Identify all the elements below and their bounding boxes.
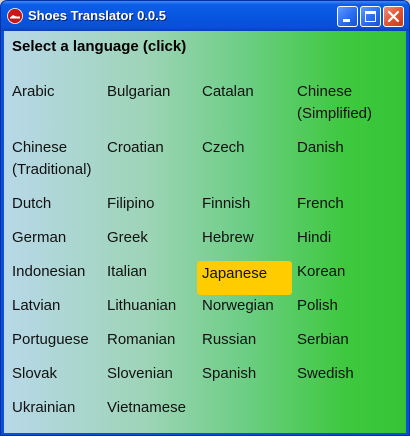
- language-label: Serbian: [297, 331, 349, 348]
- language-option[interactable]: Chinese (Simplified): [292, 81, 387, 125]
- language-label: Chinese: [12, 139, 68, 156]
- language-label: Finnish: [202, 195, 251, 212]
- language-label: Hindi: [297, 229, 332, 246]
- language-label: Korean: [297, 263, 346, 280]
- language-label: Italian: [107, 263, 148, 280]
- language-label: Slovak: [12, 365, 58, 382]
- language-label: Danish: [297, 139, 344, 156]
- language-option[interactable]: Bulgarian: [102, 81, 197, 103]
- language-option[interactable]: Russian: [197, 329, 292, 351]
- language-option[interactable]: Korean: [292, 261, 387, 283]
- language-label: German: [12, 229, 67, 246]
- maximize-icon: [365, 11, 376, 22]
- language-option[interactable]: Italian: [102, 261, 197, 283]
- language-option[interactable]: Polish: [292, 295, 387, 317]
- language-label: Japanese: [202, 265, 268, 282]
- language-option[interactable]: Filipino: [102, 193, 197, 215]
- shoe-app-icon: [7, 8, 23, 24]
- language-label: Vietnamese: [107, 399, 186, 416]
- title-bar[interactable]: Shoes Translator 0.0.5: [1, 1, 409, 31]
- language-label: Greek: [107, 229, 148, 246]
- language-option[interactable]: Hindi: [292, 227, 387, 249]
- minimize-icon: [343, 19, 350, 22]
- language-label: Romanian: [107, 331, 176, 348]
- language-label: Dutch: [12, 195, 52, 212]
- language-option[interactable]: Romanian: [102, 329, 197, 351]
- language-label: Spanish: [202, 365, 257, 382]
- language-label: French: [297, 195, 344, 212]
- language-label: Croatian: [107, 139, 164, 156]
- language-label: Polish: [297, 297, 338, 314]
- close-icon: [387, 10, 400, 23]
- maximize-button[interactable]: [360, 6, 381, 27]
- language-label: Latvian: [12, 297, 61, 314]
- client-area: Select a language (click) Arabic Bulgaria…: [4, 31, 406, 433]
- language-option[interactable]: Greek: [102, 227, 197, 249]
- language-option[interactable]: Vietnamese: [102, 397, 197, 419]
- page-heading: Select a language (click): [12, 38, 187, 55]
- language-option[interactable]: Czech: [197, 137, 292, 159]
- language-option[interactable]: Japanese: [197, 261, 292, 295]
- language-option[interactable]: French: [292, 193, 387, 215]
- minimize-button[interactable]: [337, 6, 358, 27]
- language-label: Bulgarian: [107, 83, 171, 100]
- close-button[interactable]: [383, 6, 404, 27]
- language-option[interactable]: Hebrew: [197, 227, 292, 249]
- language-label: Filipino: [107, 195, 155, 212]
- language-option[interactable]: Spanish: [197, 363, 292, 385]
- language-option[interactable]: Chinese (Traditional): [7, 137, 102, 181]
- language-option[interactable]: Ukrainian: [7, 397, 102, 419]
- language-option[interactable]: Slovenian: [102, 363, 197, 385]
- language-label: Arabic: [12, 83, 55, 100]
- language-option[interactable]: Catalan: [197, 81, 292, 103]
- language-option[interactable]: Swedish: [292, 363, 387, 385]
- language-label: Catalan: [202, 83, 254, 100]
- language-label-line2: (Simplified): [297, 105, 373, 122]
- language-label: Portuguese: [12, 331, 89, 348]
- language-option[interactable]: Lithuanian: [102, 295, 197, 317]
- window-title: Shoes Translator 0.0.5: [28, 8, 167, 23]
- language-option[interactable]: German: [7, 227, 102, 249]
- language-label: Russian: [202, 331, 257, 348]
- language-option[interactable]: Finnish: [197, 193, 292, 215]
- language-label: Ukrainian: [12, 399, 76, 416]
- language-option[interactable]: Portuguese: [7, 329, 102, 351]
- language-label: Chinese: [297, 83, 353, 100]
- language-option[interactable]: Latvian: [7, 295, 102, 317]
- language-label: Slovenian: [107, 365, 173, 382]
- language-option[interactable]: Slovak: [7, 363, 102, 385]
- language-label: Norwegian: [202, 297, 274, 314]
- language-label: Lithuanian: [107, 297, 177, 314]
- language-option[interactable]: Norwegian: [197, 295, 292, 317]
- language-option[interactable]: Indonesian: [7, 261, 102, 283]
- language-option[interactable]: Croatian: [102, 137, 197, 159]
- language-label: Czech: [202, 139, 245, 156]
- app-window: Shoes Translator 0.0.5 Select a language…: [0, 0, 410, 436]
- language-option[interactable]: Dutch: [7, 193, 102, 215]
- language-label: Indonesian: [12, 263, 86, 280]
- language-option[interactable]: Arabic: [7, 81, 102, 103]
- language-label: Swedish: [297, 365, 354, 382]
- language-label: Hebrew: [202, 229, 254, 246]
- language-option[interactable]: Danish: [292, 137, 387, 159]
- language-option[interactable]: Serbian: [292, 329, 387, 351]
- language-label-line2: (Traditional): [12, 161, 92, 178]
